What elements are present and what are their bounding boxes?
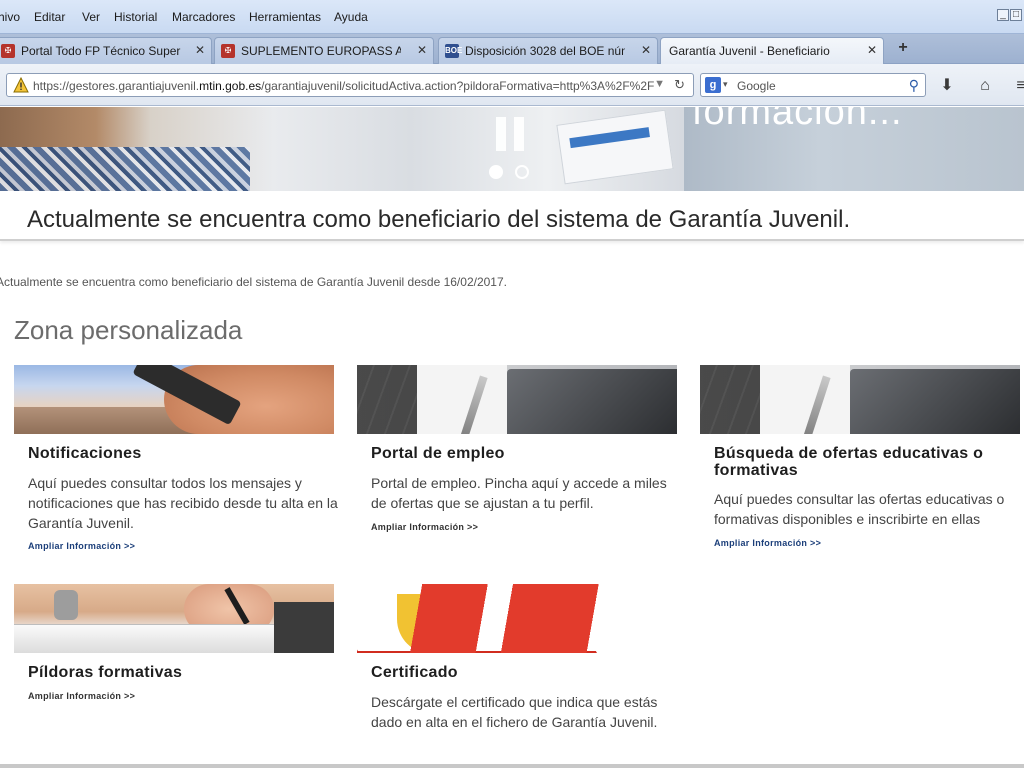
- card-pildoras-formativas[interactable]: Píldoras formativas Ampliar Información …: [14, 584, 334, 714]
- url-domain: mtin.gob.es: [199, 79, 262, 93]
- more-info-link[interactable]: Ampliar Información >>: [714, 538, 821, 548]
- page-content: formación... Actualmente se encuentra co…: [0, 107, 1024, 768]
- menu-editar[interactable]: Editar: [34, 10, 65, 24]
- card-image[interactable]: [357, 584, 677, 653]
- card-title-line-1[interactable]: Búsqueda de ofertas educativas o: [714, 445, 983, 463]
- url-prefix: https://gestores.garantiajuvenil.: [33, 79, 200, 93]
- tab-label: SUPLEMENTO EUROPASS AL ...: [241, 44, 401, 58]
- menu-herramientas[interactable]: Herramientas: [249, 10, 321, 24]
- more-info-link[interactable]: Ampliar Información >>: [28, 541, 135, 551]
- reload-icon[interactable]: ↻: [674, 77, 685, 93]
- banner-title: Actualmente se encuentra como beneficiar…: [27, 206, 851, 233]
- google-icon[interactable]: g: [705, 77, 721, 93]
- card-certificado[interactable]: Certificado Descárgate el certificado qu…: [357, 584, 677, 764]
- menu-icon[interactable]: ≡: [1012, 77, 1024, 95]
- menu-archivo[interactable]: hivo: [0, 10, 20, 24]
- chevron-down-icon[interactable]: ▾: [723, 79, 728, 90]
- card-description: Aquí puedes consultar las ofertas educat…: [714, 491, 1005, 527]
- menu-marcadores[interactable]: Marcadores: [172, 10, 235, 24]
- close-icon[interactable]: ✕: [641, 43, 651, 57]
- boe-icon: BOE: [445, 44, 462, 58]
- carousel-dot-2[interactable]: [515, 165, 529, 179]
- home-icon[interactable]: ⌂: [976, 77, 994, 95]
- url-text[interactable]: https://gestores.garantiajuvenil.mtin.go…: [33, 79, 654, 93]
- close-icon[interactable]: ✕: [867, 43, 877, 57]
- address-bar[interactable]: https://gestores.garantiajuvenil.mtin.go…: [6, 73, 694, 97]
- section-heading: Zona personalizada: [14, 315, 243, 345]
- tab-label: Disposición 3028 del BOE núm...: [465, 44, 625, 58]
- card-image[interactable]: [357, 365, 677, 434]
- tab-garantia-juvenil[interactable]: Garantía Juvenil - Beneficiario ✕: [660, 37, 884, 64]
- dropdown-arrow-icon[interactable]: ▼: [654, 78, 665, 90]
- card-busqueda-ofertas[interactable]: Búsqueda de ofertas educativas o formati…: [700, 365, 1020, 555]
- navigation-bar: https://gestores.garantiajuvenil.mtin.go…: [0, 64, 1024, 106]
- tab-disposicion-boe[interactable]: BOE Disposición 3028 del BOE núm... ✕: [438, 37, 658, 64]
- hero-overlay-text: formación...: [692, 107, 903, 133]
- window-bottom-border: [0, 764, 1024, 768]
- card-title[interactable]: Certificado: [371, 664, 458, 682]
- tab-strip: ✠ Portal Todo FP Técnico Superi... ✕ ✠ S…: [0, 34, 1024, 64]
- card-image[interactable]: [700, 365, 1020, 434]
- beneficiary-status-text: Actualmente se encuentra como beneficiar…: [0, 275, 507, 289]
- card-portal-empleo[interactable]: Portal de empleo Portal de empleo. Pinch…: [357, 365, 677, 555]
- more-info-link[interactable]: Ampliar Información >>: [28, 691, 135, 701]
- menu-ver[interactable]: Ver: [82, 10, 100, 24]
- spain-crest-icon: ✠: [221, 44, 235, 58]
- search-icon[interactable]: ⚲: [909, 77, 919, 94]
- maximize-icon[interactable]: □: [1010, 9, 1022, 21]
- card-image[interactable]: [14, 365, 334, 434]
- beneficiary-banner: Actualmente se encuentra como beneficiar…: [0, 191, 1024, 241]
- card-description: Aquí puedes consultar todos los mensajes…: [28, 475, 338, 531]
- tab-portal-todo-fp[interactable]: ✠ Portal Todo FP Técnico Superi... ✕: [0, 37, 212, 64]
- card-title[interactable]: Píldoras formativas: [28, 664, 182, 682]
- hero-shirt-graphic: [0, 147, 250, 191]
- close-icon[interactable]: ✕: [195, 43, 205, 57]
- spain-crest-icon: ✠: [1, 44, 15, 58]
- card-title[interactable]: Notificaciones: [28, 445, 142, 463]
- hero-carousel: formación...: [0, 107, 1024, 191]
- menu-historial[interactable]: Historial: [114, 10, 157, 24]
- tab-label: Portal Todo FP Técnico Superi...: [21, 44, 181, 58]
- card-description: Descárgate el certificado que indica que…: [371, 694, 658, 730]
- more-info-link[interactable]: Ampliar Información >>: [371, 522, 478, 532]
- search-input[interactable]: Google: [737, 79, 776, 93]
- card-description: Portal de empleo. Pincha aquí y accede a…: [371, 475, 667, 511]
- card-image[interactable]: [14, 584, 334, 653]
- new-tab-icon[interactable]: +: [895, 40, 911, 56]
- browser-window: hivo Editar Ver Historial Marcadores Her…: [0, 0, 1024, 768]
- card-notificaciones[interactable]: Notificaciones Aquí puedes consultar tod…: [14, 365, 338, 555]
- search-bar[interactable]: g ▾ Google ⚲: [700, 73, 926, 97]
- menu-ayuda[interactable]: Ayuda: [334, 10, 368, 24]
- card-title[interactable]: Portal de empleo: [371, 445, 505, 463]
- menu-bar: hivo Editar Ver Historial Marcadores Her…: [0, 0, 1024, 34]
- pause-icon[interactable]: [496, 117, 524, 151]
- warning-icon: [13, 77, 29, 93]
- tab-label: Garantía Juvenil - Beneficiario: [669, 44, 830, 58]
- window-controls: _ □: [997, 9, 1022, 21]
- tab-suplemento-europass[interactable]: ✠ SUPLEMENTO EUROPASS AL ... ✕: [214, 37, 434, 64]
- carousel-dot-1[interactable]: [489, 165, 503, 179]
- download-icon[interactable]: ⬇: [938, 77, 956, 95]
- url-suffix: /garantiajuvenil/solicitudActiva.action?…: [261, 79, 655, 93]
- card-title-line-2[interactable]: formativas: [714, 462, 798, 480]
- minimize-icon[interactable]: _: [997, 9, 1009, 21]
- close-icon[interactable]: ✕: [417, 43, 427, 57]
